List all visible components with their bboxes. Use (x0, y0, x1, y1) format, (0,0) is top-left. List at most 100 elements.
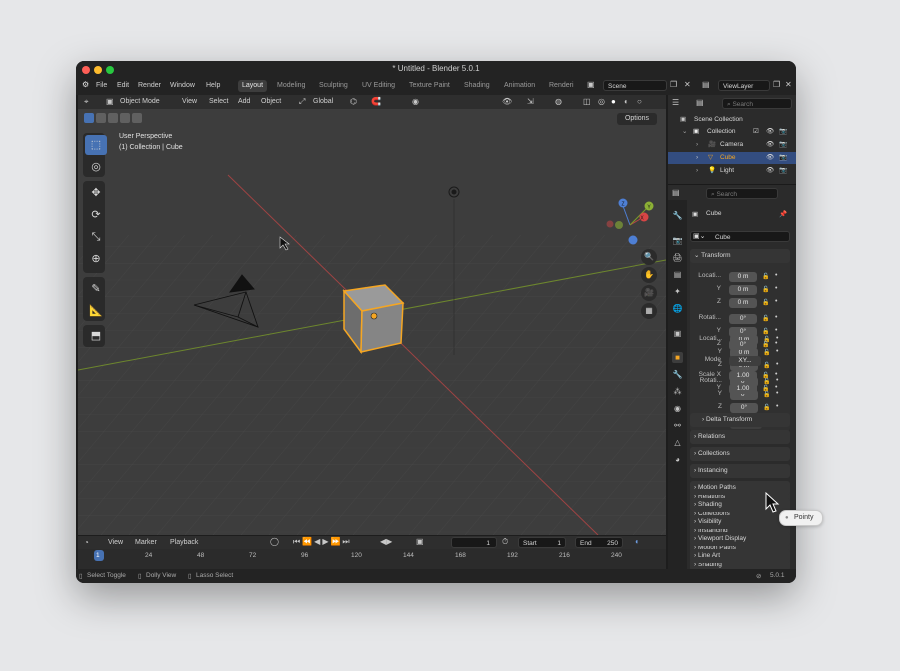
editor-type-icon[interactable]: ⌖ (84, 97, 89, 107)
scene-tab-icon[interactable]: ✦ (672, 286, 683, 297)
panel-line-art-row[interactable]: › Line Art (690, 549, 790, 563)
outliner-editor-icon[interactable]: ☰ (672, 98, 679, 108)
scene-browse-icon[interactable]: ❐ (670, 80, 677, 90)
overlay-icon[interactable]: ◍ (555, 97, 562, 107)
view-layer-browse-icon[interactable]: ❐ (773, 80, 780, 90)
scene-icon[interactable]: ▣ (587, 80, 595, 90)
outliner-filter-icon[interactable]: ▤ (696, 98, 704, 108)
viewport-menu-object[interactable]: Object (261, 98, 281, 105)
tab-sculpting[interactable]: Sculpting (315, 80, 352, 92)
viewport-menu-select[interactable]: Select (209, 98, 228, 105)
light-eye-icon[interactable]: 👁 (766, 165, 774, 177)
timeline-menu-playback[interactable]: Playback (170, 539, 198, 546)
modifier-tab-icon[interactable]: 🔧 (672, 369, 683, 380)
tab-shading[interactable]: Shading (460, 80, 494, 92)
preview-range-icon[interactable]: ▣ (416, 537, 424, 547)
zoom-icon[interactable]: 🔍 (641, 249, 657, 265)
move-tool-icon[interactable]: ✥ (85, 183, 107, 203)
pivot-icon[interactable]: ⌬ (350, 97, 357, 107)
tab-modeling[interactable]: Modeling (273, 80, 309, 92)
rendered-shading-icon[interactable]: ○ (637, 97, 642, 107)
wireframe-shading-icon[interactable]: ◎ (598, 97, 605, 107)
collection-tab-icon[interactable]: ▣ (672, 328, 683, 339)
view-layer-tab-icon[interactable]: ▤ (672, 269, 683, 280)
particles-tab-icon[interactable]: ⁂ (672, 386, 683, 397)
expand-arrow-icon[interactable]: › (696, 139, 698, 151)
view-layer-field[interactable]: ViewLayer (718, 80, 770, 91)
tool-tab-icon[interactable]: 🔧 (672, 210, 683, 221)
panel-viewport-display-row[interactable]: › Viewport Display (690, 532, 790, 546)
expand-arrow-icon[interactable]: › (696, 152, 698, 164)
tab-uv-editing[interactable]: UV Editing (358, 80, 399, 92)
playback-controls-icon[interactable]: ⏮⏪◀▶⏩⏭ (293, 537, 352, 547)
light-render-icon[interactable]: 📷 (779, 165, 787, 177)
transform-tool-icon[interactable]: ⊕ (85, 249, 107, 269)
render-tab-icon[interactable]: 📷 (672, 235, 683, 246)
properties-editor-icon[interactable]: ▤ (672, 188, 680, 198)
auto-keying-icon[interactable]: ◯ (270, 537, 279, 547)
outliner-search-input[interactable]: ⌕ Search (722, 98, 792, 109)
outliner-row-light[interactable]: › 💡 Light 👁 📷 (668, 165, 796, 177)
select-invert-icon[interactable] (120, 113, 130, 123)
constraints-tab-icon[interactable]: ⚯ (672, 420, 683, 431)
menu-window[interactable]: Window (170, 82, 195, 89)
add-cube-tool-icon[interactable]: ⬒ (85, 326, 107, 346)
current-frame-field[interactable]: 1 (451, 537, 497, 548)
select-extend-icon[interactable] (96, 113, 106, 123)
view-layer-remove-icon[interactable]: ✕ (785, 80, 792, 90)
collection-checkbox[interactable]: ☑ (753, 126, 759, 138)
data-tab-icon[interactable]: △ (672, 437, 683, 448)
pan-hand-icon[interactable]: ✋ (641, 267, 657, 283)
xray-icon[interactable]: ◫ (583, 97, 591, 107)
scene-field[interactable]: Scene (603, 80, 667, 91)
measure-tool-icon[interactable]: 📐 (85, 301, 107, 321)
timeline-options-icon[interactable]: ◐ (635, 537, 640, 547)
outliner-row-camera[interactable]: › 🎥 Camera 👁 📷 (668, 139, 796, 151)
panel-collections-row[interactable]: › Collections (690, 447, 790, 461)
panel-relations-row[interactable]: › Relations (690, 430, 790, 444)
scene-remove-icon[interactable]: ✕ (684, 80, 691, 90)
camera-eye-icon[interactable]: 👁 (766, 139, 774, 151)
proportional-edit-icon[interactable]: ◉ (412, 97, 419, 107)
outliner-row-collection[interactable]: ⌄ ▣ Collection ☑ 👁 📷 (668, 126, 796, 138)
scale-tool-icon[interactable]: ⤡ (85, 227, 107, 247)
expand-chevron-icon[interactable]: ⌄ (682, 126, 687, 138)
select-box-tool-icon[interactable]: ⬚ (85, 135, 107, 155)
gizmo-toggle-icon[interactable]: ⇲ (527, 97, 534, 107)
visibility-icon[interactable]: 👁 (502, 97, 512, 107)
solid-shading-icon[interactable]: ● (611, 97, 616, 107)
timeline-editor-icon[interactable]: ◔ (84, 538, 89, 548)
timeline-menu-marker[interactable]: Marker (135, 539, 157, 546)
start-frame-field[interactable]: Start 1 (518, 537, 566, 548)
outliner-row-scene-collection[interactable]: ▣ Scene Collection (668, 114, 796, 126)
options-dropdown[interactable]: Options (617, 113, 657, 125)
camera-render-icon[interactable]: 📷 (779, 139, 787, 151)
physics-tab-icon[interactable]: ◉ (672, 403, 683, 414)
menu-edit[interactable]: Edit (117, 82, 129, 89)
tab-animation[interactable]: Animation (500, 80, 539, 92)
expand-arrow-icon[interactable]: › (696, 165, 698, 177)
annotate-tool-icon[interactable]: ✎ (85, 279, 107, 299)
collection-camera-icon[interactable]: 📷 (779, 126, 787, 138)
select-subtract-icon[interactable] (108, 113, 118, 123)
orientation-dropdown[interactable]: Global (313, 98, 333, 105)
cube-eye-icon[interactable]: 👁 (766, 152, 774, 164)
transform-header[interactable]: ⌄ Transform (690, 249, 790, 263)
object-tab-icon[interactable]: ■ (672, 352, 683, 363)
material-shading-icon[interactable]: ◐ (624, 97, 629, 107)
select-new-icon[interactable] (84, 113, 94, 123)
stopwatch-icon[interactable]: ⏱ (502, 537, 508, 547)
output-tab-icon[interactable]: 🖨 (672, 252, 683, 263)
panel-instancing-row[interactable]: › Instancing (690, 464, 790, 478)
menu-help[interactable]: Help (206, 82, 220, 89)
object-mode-dropdown[interactable]: Object Mode (120, 98, 160, 105)
camera-view-icon[interactable]: 🎥 (641, 285, 657, 301)
cursor-tool-icon[interactable]: ◎ (85, 157, 107, 177)
tab-layout[interactable]: Layout (238, 80, 268, 92)
panel-visibility-row[interactable]: › Visibility (690, 515, 790, 529)
select-intersect-icon[interactable] (132, 113, 142, 123)
outliner-row-cube[interactable]: › ▽ Cube 👁 📷 (668, 152, 796, 164)
material-tab-icon[interactable]: ◕ (672, 454, 683, 465)
perspective-toggle-icon[interactable]: ▦ (641, 303, 657, 319)
menu-file[interactable]: File (96, 82, 107, 89)
